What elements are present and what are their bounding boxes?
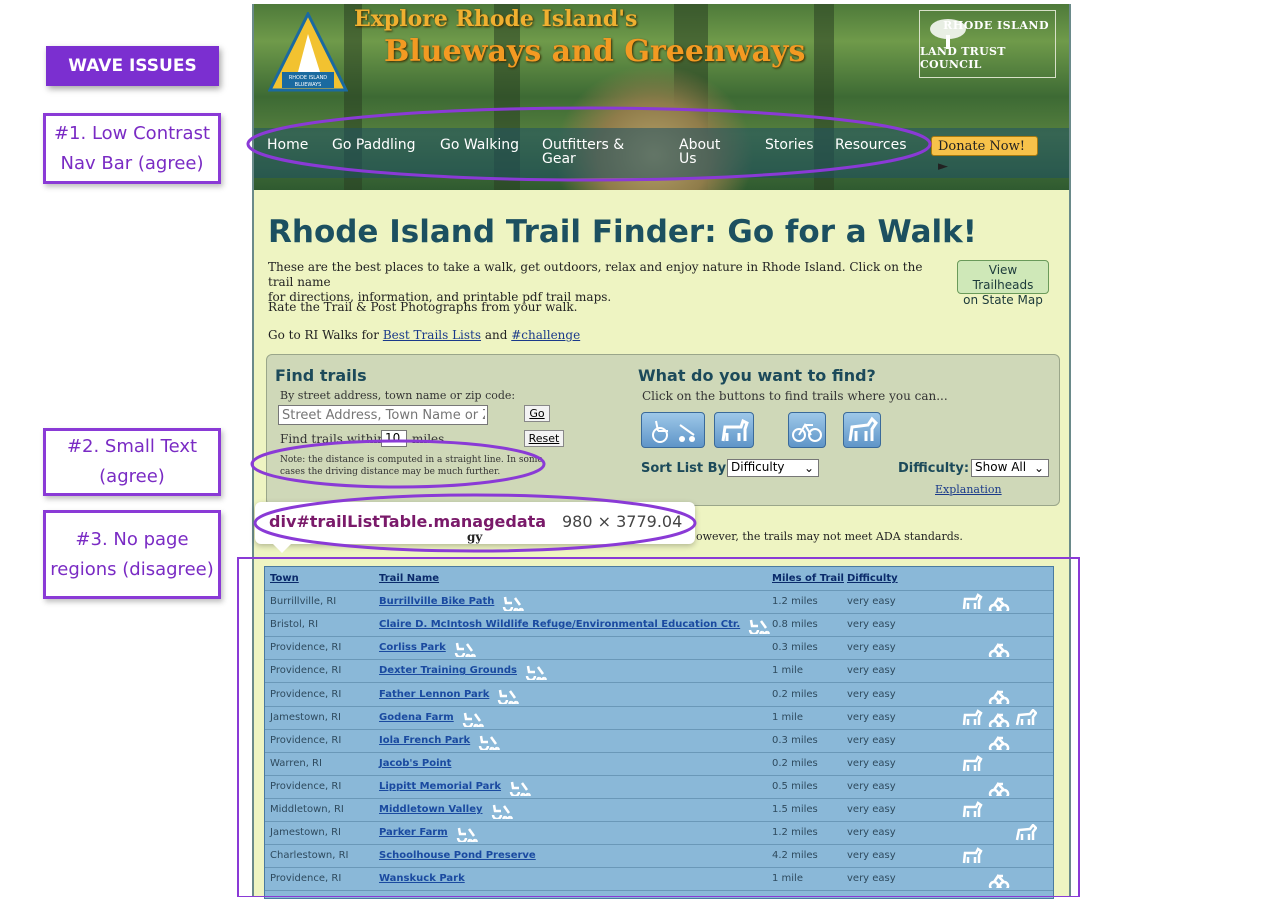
inspector-highlight-ellipse: [253, 493, 697, 553]
table-highlight-rect: [237, 557, 1080, 897]
annotation-overlay: [237, 106, 1080, 897]
note-highlight-ellipse: [250, 439, 546, 489]
nav-highlight-ellipse: [246, 106, 932, 182]
